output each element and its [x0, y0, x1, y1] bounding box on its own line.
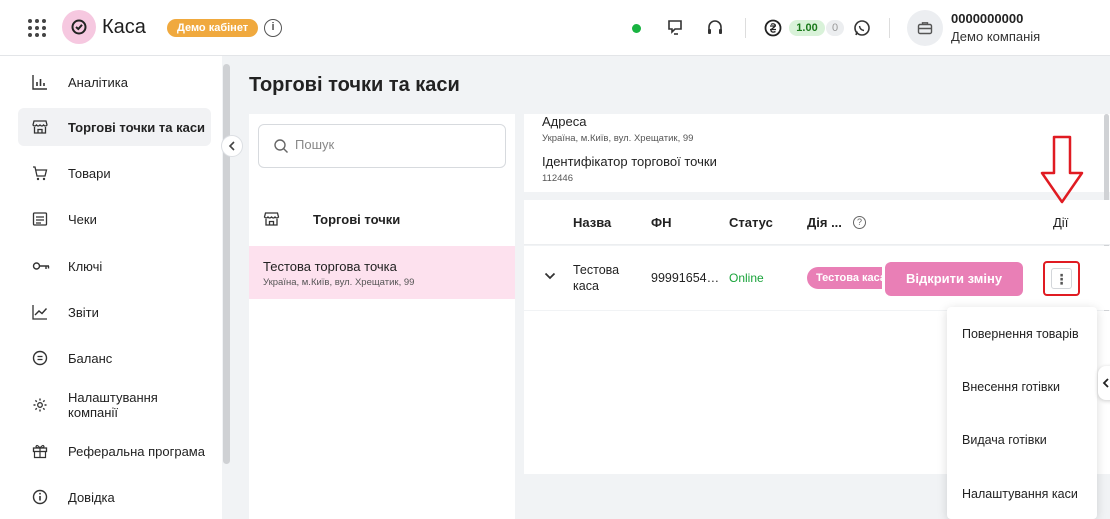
store-name: Тестова торгова точка [263, 259, 397, 274]
search-input[interactable] [295, 137, 485, 152]
red-arrow-annotation [1040, 135, 1084, 204]
logo-text[interactable]: Каса [102, 16, 146, 39]
hryvnia-icon[interactable] [763, 18, 783, 38]
gear-icon [33, 398, 47, 412]
receipt-icon [32, 212, 48, 226]
column-action: Дія ... [807, 215, 842, 230]
search-icon [274, 139, 288, 153]
sidebar-item-referral[interactable]: Реферальна програма [18, 432, 211, 470]
status-badge: Online [729, 271, 764, 285]
online-status-dot [632, 24, 641, 33]
store-address: Україна, м.Київ, вул. Хрещатик, 99 [263, 277, 415, 288]
hryvnia-coin-icon [32, 350, 48, 366]
cash-register-name-line1: Тестова [573, 263, 620, 277]
search-box[interactable] [258, 124, 506, 168]
briefcase-icon[interactable] [907, 10, 943, 46]
actions-menu-highlight[interactable]: ⋮ [1043, 261, 1080, 296]
sidebar-item-receipts[interactable]: Чеки [18, 200, 211, 238]
store-list-item[interactable]: Тестова торгова точка Україна, м.Київ, в… [249, 246, 515, 299]
sidebar-item-help[interactable]: Довідка [18, 478, 211, 516]
help-info-icon [32, 489, 48, 505]
sidebar-collapse-button[interactable] [221, 135, 243, 157]
header-divider [745, 18, 746, 38]
logo-check-icon[interactable] [62, 10, 96, 44]
chat-icon[interactable] [666, 18, 686, 38]
header-divider [889, 18, 890, 38]
apps-grid-icon[interactable] [28, 19, 46, 37]
store-id-value: 112446 [542, 173, 573, 184]
stores-panel: Торгові точки Тестова торгова точка Укра… [249, 114, 515, 519]
column-status: Статус [729, 215, 773, 230]
fiscal-number: 99991654… [651, 271, 720, 285]
store-icon [32, 120, 48, 134]
info-icon[interactable]: i [264, 19, 282, 37]
open-shift-button[interactable]: Відкрити зміну [885, 262, 1023, 296]
cart-icon [33, 166, 48, 181]
chevron-down-icon[interactable] [544, 272, 556, 280]
trend-chart-icon [32, 305, 48, 320]
balance-badge: 1.00 [789, 20, 825, 36]
stores-header: Торгові точки [313, 212, 401, 227]
sidebar-item-label: Довідка [68, 489, 115, 505]
sidebar-item-balance[interactable]: Баланс [18, 339, 211, 377]
sidebar-item-keys[interactable]: Ключі [18, 247, 211, 285]
headset-icon[interactable] [705, 18, 725, 38]
column-fn: ФН [651, 215, 672, 230]
sidebar-item-label: Товари [68, 165, 111, 181]
sidebar-item-reports[interactable]: Звіти [18, 293, 211, 331]
top-header: Каса Демо кабінет i 1.00 0 0000000000 Де… [0, 0, 1110, 56]
store-icon [263, 212, 280, 226]
sidebar-item-label: Ключі [68, 258, 103, 274]
table-header: Назва ФН Статус Дія ... ? Дії [524, 200, 1110, 245]
menu-item-cash-deposit[interactable]: Внесення готівки [962, 380, 1060, 394]
sidebar-item-label: Чеки [68, 211, 97, 227]
gift-icon [32, 444, 48, 459]
demo-badge: Демо кабінет [167, 19, 259, 37]
chevron-left-icon [1102, 378, 1109, 388]
whatsapp-icon[interactable] [852, 18, 872, 38]
sidebar-item-analytics[interactable]: Аналітика [18, 63, 211, 101]
column-actions: Дії [1053, 215, 1069, 230]
key-icon [32, 262, 50, 270]
cash-register-name-line2: каса [573, 279, 599, 293]
sidebar-item-label: Баланс [68, 350, 113, 366]
store-details-card: Адреса Україна, м.Київ, вул. Хрещатик, 9… [524, 114, 1110, 192]
company-id[interactable]: 0000000000 [951, 11, 1023, 26]
help-icon[interactable]: ? [853, 216, 866, 229]
more-vertical-icon[interactable]: ⋮ [1051, 268, 1072, 289]
right-panel-toggle[interactable] [1098, 366, 1110, 400]
company-name[interactable]: Демо компанія [951, 29, 1040, 44]
sidebar-item-stores[interactable]: Торгові точки та каси [18, 108, 211, 146]
sidebar-item-label: Торгові точки та каси [68, 119, 206, 135]
column-name: Назва [573, 215, 612, 230]
address-value: Україна, м.Київ, вул. Хрещатик, 99 [542, 133, 694, 144]
balance-secondary-badge: 0 [826, 20, 844, 36]
sidebar-item-goods[interactable]: Товари [18, 154, 211, 192]
address-label: Адреса [542, 114, 587, 129]
table-row: Тестова каса 99991654… Online Тестова ка… [524, 246, 1110, 310]
menu-item-cash-withdrawal[interactable]: Видача готівки [962, 433, 1047, 447]
store-id-label: Ідентифікатор торгової точки [542, 154, 717, 169]
chevron-left-icon [228, 141, 235, 151]
page-title: Торгові точки та каси [249, 74, 460, 96]
sidebar-item-label: Налаштування компанії [68, 390, 158, 420]
actions-dropdown: Повернення товарів Внесення готівки Вида… [947, 307, 1097, 519]
sidebar-item-label: Реферальна програма [68, 443, 205, 459]
test-register-tag: Тестова каса [807, 267, 882, 289]
sidebar: Аналітика Торгові точки та каси Товари Ч… [0, 56, 222, 519]
sidebar-scrollbar[interactable] [223, 64, 230, 464]
sidebar-item-label: Звіти [68, 304, 99, 320]
menu-item-register-settings[interactable]: Налаштування каси [962, 487, 1078, 501]
sidebar-item-company-settings[interactable]: Налаштування компанії [18, 386, 211, 424]
sidebar-item-label: Аналітика [68, 74, 128, 90]
bar-chart-icon [32, 75, 47, 90]
menu-item-return-goods[interactable]: Повернення товарів [962, 327, 1079, 341]
